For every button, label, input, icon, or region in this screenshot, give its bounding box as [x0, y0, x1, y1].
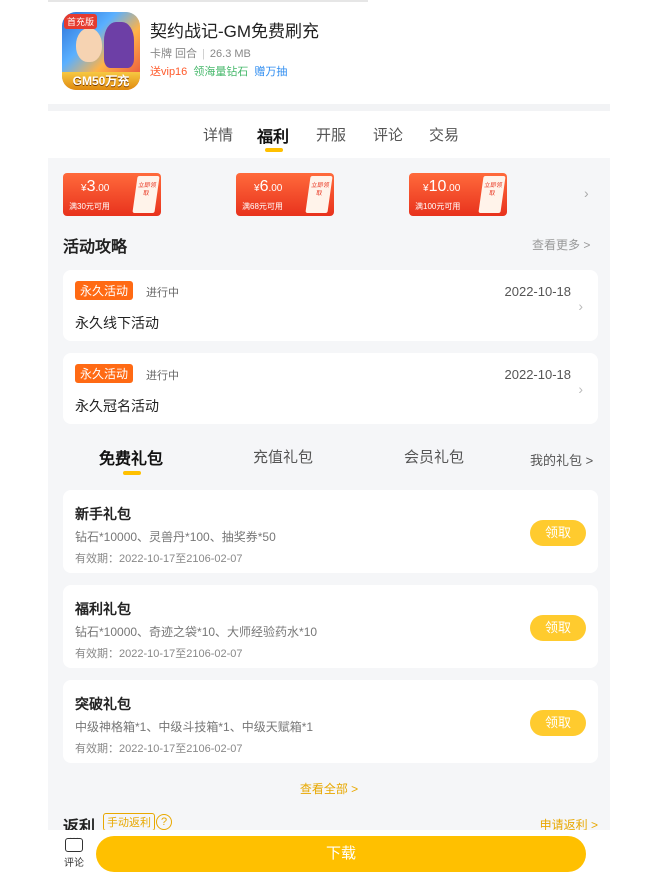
- icon-badge: 首充版: [64, 14, 98, 29]
- gift-items: 钻石*10000、灵兽丹*100、抽奖券*50: [75, 530, 276, 544]
- app-tags: 送vip16 领海量钻石 赠万抽: [150, 63, 290, 79]
- icon-banner: GM50万充: [62, 72, 140, 90]
- tab-trade[interactable]: 交易: [429, 124, 459, 145]
- coupon-condition: 满30元可用: [69, 202, 110, 211]
- coupon-stub: 立即领取: [305, 176, 333, 213]
- app-title: 契约战记-GM免费刷充: [150, 22, 320, 41]
- gift-items: 钻石*10000、奇迹之袋*10、大师经验药水*10: [75, 625, 318, 639]
- chevron-right-icon: ›: [578, 381, 583, 397]
- tab-active-indicator: [265, 148, 283, 152]
- claim-button[interactable]: 领取: [530, 520, 586, 546]
- see-all-link[interactable]: 查看全部 >: [48, 780, 610, 797]
- coupon-condition: 满68元可用: [242, 202, 283, 211]
- activity-tag: 永久活动: [75, 364, 134, 383]
- activity-status: 进行中: [146, 287, 179, 299]
- download-button[interactable]: 下载: [96, 836, 586, 872]
- gift-validity: 有效期：2022-10-17至2106-02-07: [75, 743, 243, 755]
- icon-character-hair: [104, 22, 134, 68]
- activity-name: 永久冠名活动: [75, 398, 159, 414]
- my-gifts-link[interactable]: 我的礼包 >: [530, 450, 593, 469]
- gift-validity: 有效期：2022-10-17至2106-02-07: [75, 648, 243, 660]
- app-size: 26.3 MB: [209, 48, 251, 60]
- tab-free-gifts[interactable]: 免费礼包: [99, 445, 163, 469]
- gift-validity: 有效期：2022-10-17至2106-02-07: [75, 553, 243, 565]
- chevron-right-icon: ›: [578, 298, 583, 314]
- tab-server[interactable]: 开服: [316, 124, 346, 145]
- app-tag: 赠万抽: [254, 66, 288, 78]
- section-divider: [48, 104, 610, 111]
- coupon-condition: 满100元可用: [415, 202, 461, 211]
- tab-bar: 详情 福利 开服 评论 交易: [48, 112, 610, 158]
- coupon-card[interactable]: ¥10.00 满100元可用 立即领取: [409, 173, 507, 216]
- gift-card: 福利礼包 钻石*10000、奇迹之袋*10、大师经验药水*10 有效期：2022…: [63, 585, 598, 668]
- chevron-right-icon[interactable]: ›: [584, 185, 589, 201]
- claim-button[interactable]: 领取: [530, 615, 586, 641]
- activities-more-link[interactable]: 查看更多 >: [532, 236, 590, 253]
- coupon-decimal: .00: [268, 183, 283, 194]
- activity-date: 2022-10-18: [504, 284, 572, 299]
- claim-button[interactable]: 领取: [530, 710, 586, 736]
- app-header: 首充版 GM50万充 契约战记-GM免费刷充 卡牌 回合 | 26.3 MB 送vi…: [62, 12, 622, 96]
- coupon-amount: ¥10.00: [423, 178, 460, 196]
- gift-name: 新手礼包: [75, 506, 131, 522]
- app-tag: 领海量钻石: [193, 66, 249, 78]
- coupon-decimal: .00: [446, 183, 461, 194]
- tab-recharge-gifts[interactable]: 充值礼包: [253, 446, 313, 467]
- rebate-tag: 手动返利: [103, 813, 155, 831]
- help-icon[interactable]: ?: [156, 814, 172, 830]
- gift-tab-indicator: [123, 471, 141, 475]
- gift-card: 突破礼包 中级神格箱*1、中级斗技箱*1、中级天赋箱*1 有效期：2022-10…: [63, 680, 598, 763]
- activities-title: 活动攻略: [63, 239, 128, 256]
- gift-name: 突破礼包: [75, 696, 131, 712]
- tab-comments[interactable]: 评论: [373, 124, 403, 145]
- app-tag: 送vip16: [150, 66, 188, 78]
- gift-name: 福利礼包: [75, 601, 131, 617]
- coupon-amount: ¥3.00: [81, 178, 109, 196]
- activity-date: 2022-10-18: [504, 367, 572, 382]
- app-icon: 首充版 GM50万充: [62, 12, 140, 90]
- meta-separator: |: [202, 48, 205, 60]
- tab-details[interactable]: 详情: [203, 124, 233, 145]
- activity-name: 永久线下活动: [75, 315, 159, 331]
- activity-card[interactable]: 永久活动 进行中 2022-10-18 永久冠名活动 ›: [63, 353, 598, 424]
- benefits-panel: ¥3.00 满30元可用 立即领取 ¥6.00 满68元可用 立即领取 ¥10.…: [48, 158, 610, 838]
- app-category: 卡牌 回合: [150, 48, 198, 60]
- coupon-card[interactable]: ¥3.00 满30元可用 立即领取: [63, 173, 161, 216]
- coupon-stub: 立即领取: [132, 176, 160, 213]
- activity-tag: 永久活动: [75, 281, 134, 300]
- coupon-stub: 立即领取: [478, 176, 506, 213]
- app-meta: 卡牌 回合 | 26.3 MB: [150, 45, 251, 61]
- activity-status: 进行中: [146, 370, 179, 382]
- comment-icon: [65, 833, 83, 852]
- gift-items: 中级神格箱*1、中级斗技箱*1、中级天赋箱*1: [75, 720, 314, 734]
- tab-benefits[interactable]: 福利: [257, 123, 289, 147]
- gift-card: 新手礼包 钻石*10000、灵兽丹*100、抽奖券*50 有效期：2022-10…: [63, 490, 598, 573]
- comment-button[interactable]: 评论: [56, 833, 92, 874]
- comment-label: 评论: [64, 858, 84, 869]
- top-divider: [48, 0, 368, 2]
- activity-card[interactable]: 永久活动 进行中 2022-10-18 永久线下活动 ›: [63, 270, 598, 341]
- coupon-value: 10: [428, 178, 447, 195]
- bottom-bar: 评论 下载: [48, 830, 610, 880]
- coupon-decimal: .00: [95, 183, 110, 194]
- coupon-card[interactable]: ¥6.00 满68元可用 立即领取: [236, 173, 334, 216]
- coupon-amount: ¥6.00: [254, 178, 282, 196]
- tab-vip-gifts[interactable]: 会员礼包: [404, 446, 464, 467]
- icon-character-face: [76, 28, 102, 62]
